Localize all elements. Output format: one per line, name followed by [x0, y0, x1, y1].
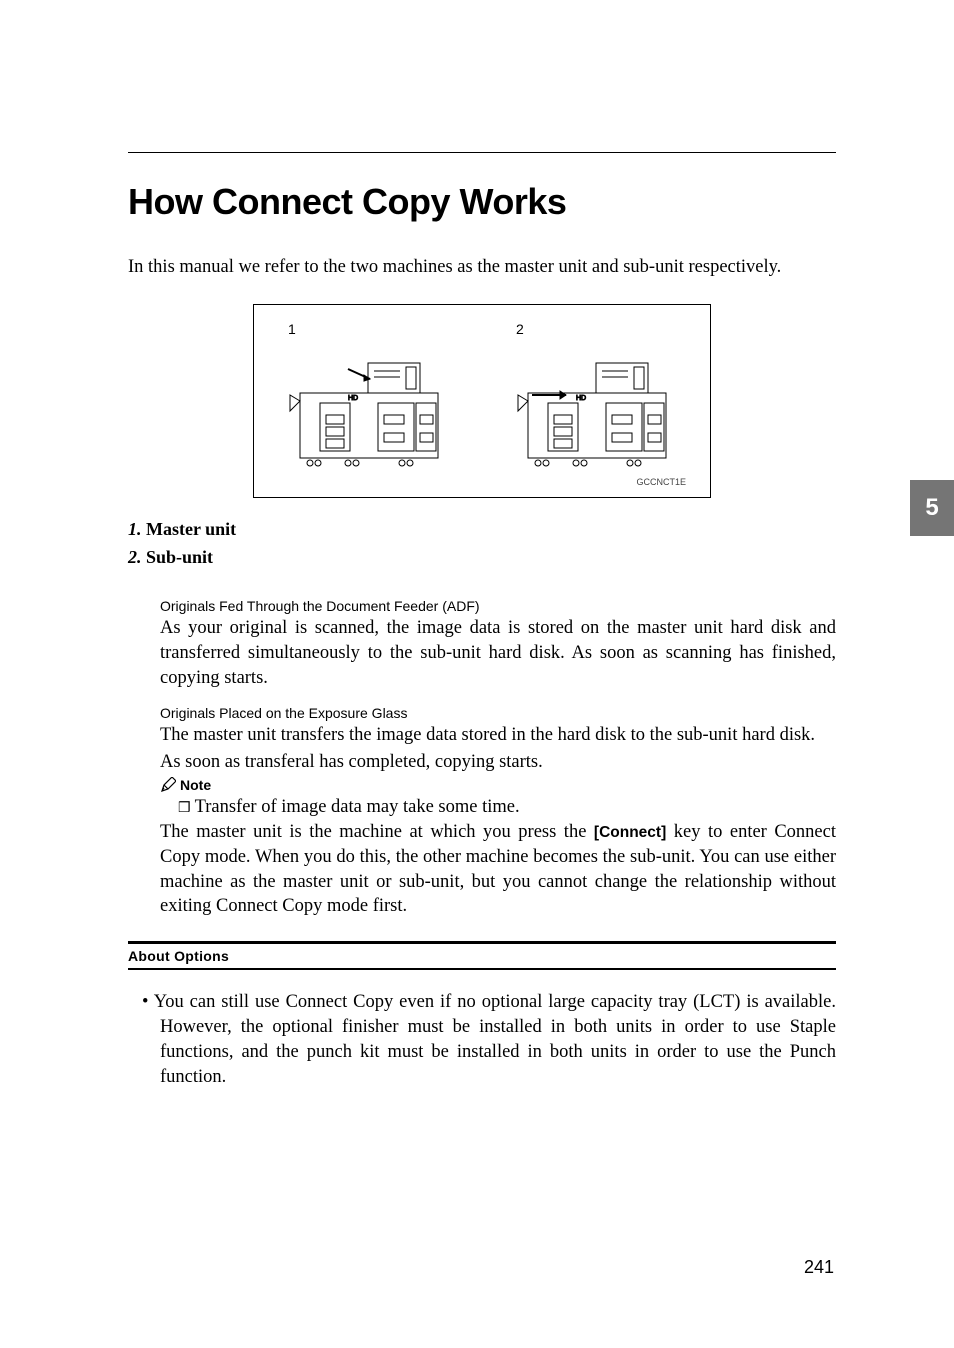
legend-item-1-label: Master unit: [142, 519, 237, 539]
options-top-divider: [128, 941, 836, 944]
section-b-body-1: The master unit transfers the image data…: [160, 723, 836, 748]
section-b-body-2: As soon as transferal has completed, cop…: [160, 750, 836, 775]
figure-caption-id: GCCNCT1E: [278, 477, 686, 487]
chapter-tab-number: 5: [925, 494, 938, 522]
options-under-divider: [128, 968, 836, 970]
note-entry-text: Transfer of image data may take some tim…: [195, 797, 520, 817]
legend-item-1: 1. Master unit: [128, 516, 836, 544]
note-label-text: Note: [180, 777, 211, 793]
master-unit-paragraph: The master unit is the machine at which …: [160, 820, 836, 920]
figure-legend: 1. Master unit 2. Sub-unit: [128, 516, 836, 572]
note-label: Note: [160, 777, 836, 793]
pencil-icon: [160, 777, 176, 793]
intro-paragraph: In this manual we refer to the two machi…: [128, 255, 836, 280]
figure-frame: 1: [253, 304, 711, 498]
legend-item-2-num: 2.: [128, 547, 142, 567]
section-b-heading: Originals Placed on the Exposure Glass: [160, 705, 836, 721]
svg-text:HD: HD: [576, 395, 586, 402]
section-a-body: As your original is scanned, the image d…: [160, 616, 836, 691]
legend-item-1-num: 1.: [128, 519, 142, 539]
note-bullet-icon: ❒: [178, 799, 191, 815]
chapter-tab: 5: [910, 480, 954, 536]
figure-block-1: 1: [278, 321, 458, 473]
page-number: 241: [804, 1257, 834, 1278]
figure-number-2: 2: [516, 321, 524, 337]
para3-pre: The master unit is the machine at which …: [160, 822, 594, 842]
section-a-heading: Originals Fed Through the Document Feede…: [160, 598, 836, 614]
connect-key-label: [Connect]: [594, 824, 666, 841]
legend-item-2-label: Sub-unit: [142, 547, 214, 567]
figure-number-1: 1: [288, 321, 296, 337]
copier-diagram-icon: HD: [506, 343, 686, 473]
copier-diagram-icon: HD: [278, 343, 458, 473]
figure-container: 1: [128, 304, 836, 498]
options-bullet: • You can still use Connect Copy even if…: [128, 990, 836, 1090]
svg-text:HD: HD: [348, 395, 358, 402]
top-divider: [128, 152, 836, 153]
legend-item-2: 2. Sub-unit: [128, 544, 836, 572]
options-heading: About Options: [128, 948, 836, 964]
figure-block-2: 2: [506, 321, 686, 473]
page-title: How Connect Copy Works: [128, 181, 836, 223]
note-entry: ❒Transfer of image data may take some ti…: [178, 795, 836, 820]
